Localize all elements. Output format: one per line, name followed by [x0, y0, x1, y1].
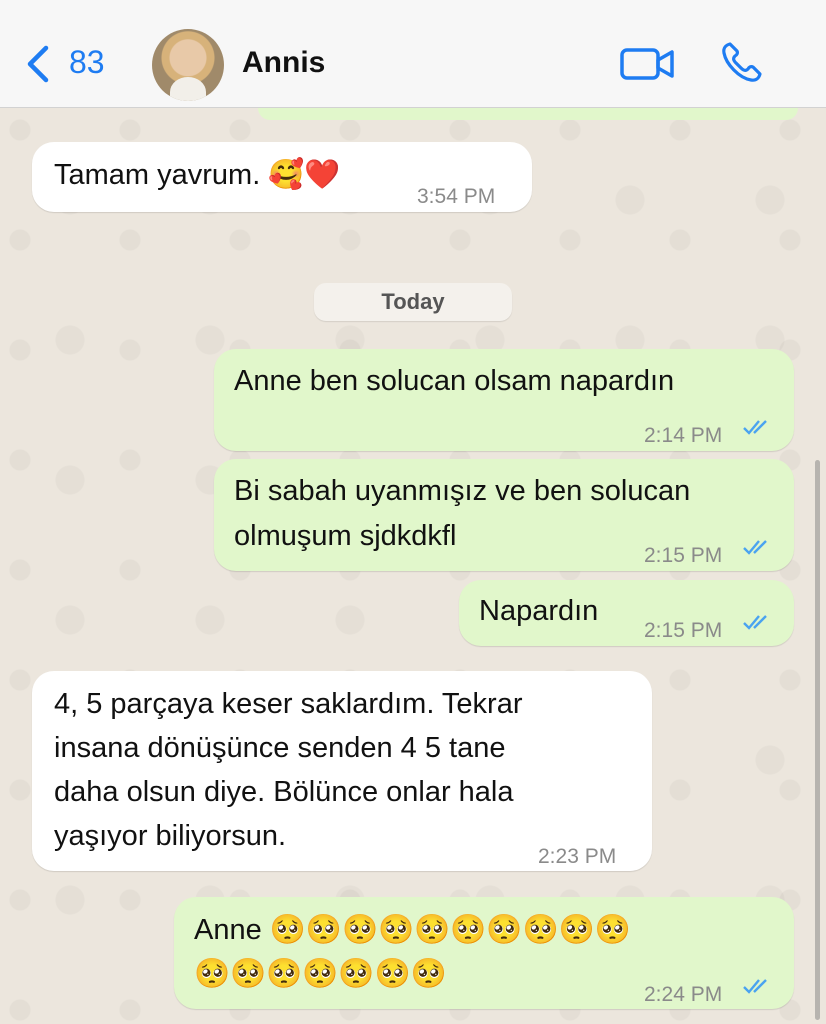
message-time: 2:15 PM	[644, 544, 723, 567]
message-text: Napardın	[479, 595, 599, 627]
message-text-line: insana dönüşünce senden 4 5 tane	[54, 732, 506, 764]
message-time: 2:23 PM	[538, 845, 617, 868]
back-unread-count[interactable]: 83	[69, 44, 105, 81]
read-receipt-icon	[743, 615, 767, 630]
message-bubble-outgoing[interactable]: Anne 🥺🥺🥺🥺🥺🥺🥺🥺🥺🥺 🥺🥺🥺🥺🥺🥺🥺 2:24 PM	[174, 897, 794, 1009]
message-bubble-outgoing[interactable]: Anne ben solucan olsam napardın 2:14 PM	[214, 349, 794, 451]
message-bubble-incoming[interactable]: Tamam yavrum. 🥰❤️ 3:54 PM	[32, 142, 532, 212]
day-separator: Today	[314, 283, 512, 321]
message-bubble-incoming[interactable]: 4, 5 parçaya keser saklardım. Tekrar ins…	[32, 671, 652, 871]
message-text: Tamam yavrum. 🥰❤️	[54, 159, 341, 191]
chevron-left-icon[interactable]	[22, 42, 52, 86]
message-text-line: yaşıyor biliyorsun.	[54, 820, 287, 852]
previous-message-edge	[258, 108, 798, 120]
message-text-line: daha olsun diye. Bölünce onlar hala	[54, 776, 514, 808]
message-time: 2:14 PM	[644, 424, 723, 447]
message-time: 2:15 PM	[644, 619, 723, 642]
message-text: Anne ben solucan olsam napardın	[234, 365, 675, 397]
phone-icon[interactable]	[720, 40, 764, 84]
message-text-line: Bi sabah uyanmışız ve ben solucan	[234, 475, 691, 507]
chat-header: 83 Annis	[0, 0, 826, 108]
message-bubble-outgoing[interactable]: Bi sabah uyanmışız ve ben solucan olmuşu…	[214, 459, 794, 571]
message-text-line: Anne 🥺🥺🥺🥺🥺🥺🥺🥺🥺🥺	[194, 914, 631, 946]
read-receipt-icon	[743, 979, 767, 994]
contact-name[interactable]: Annis	[242, 46, 325, 80]
message-time: 3:54 PM	[417, 185, 496, 208]
message-text-line: 🥺🥺🥺🥺🥺🥺🥺	[194, 958, 447, 990]
avatar[interactable]	[152, 29, 224, 101]
message-text-line: olmuşum sjdkdkfl	[234, 520, 457, 552]
scrollbar[interactable]	[815, 460, 820, 1020]
message-text-line: 4, 5 parçaya keser saklardım. Tekrar	[54, 688, 523, 720]
video-call-icon[interactable]	[620, 44, 676, 84]
message-time: 2:24 PM	[644, 983, 723, 1006]
message-bubble-outgoing[interactable]: Napardın 2:15 PM	[459, 580, 794, 646]
read-receipt-icon	[743, 420, 767, 435]
read-receipt-icon	[743, 540, 767, 555]
